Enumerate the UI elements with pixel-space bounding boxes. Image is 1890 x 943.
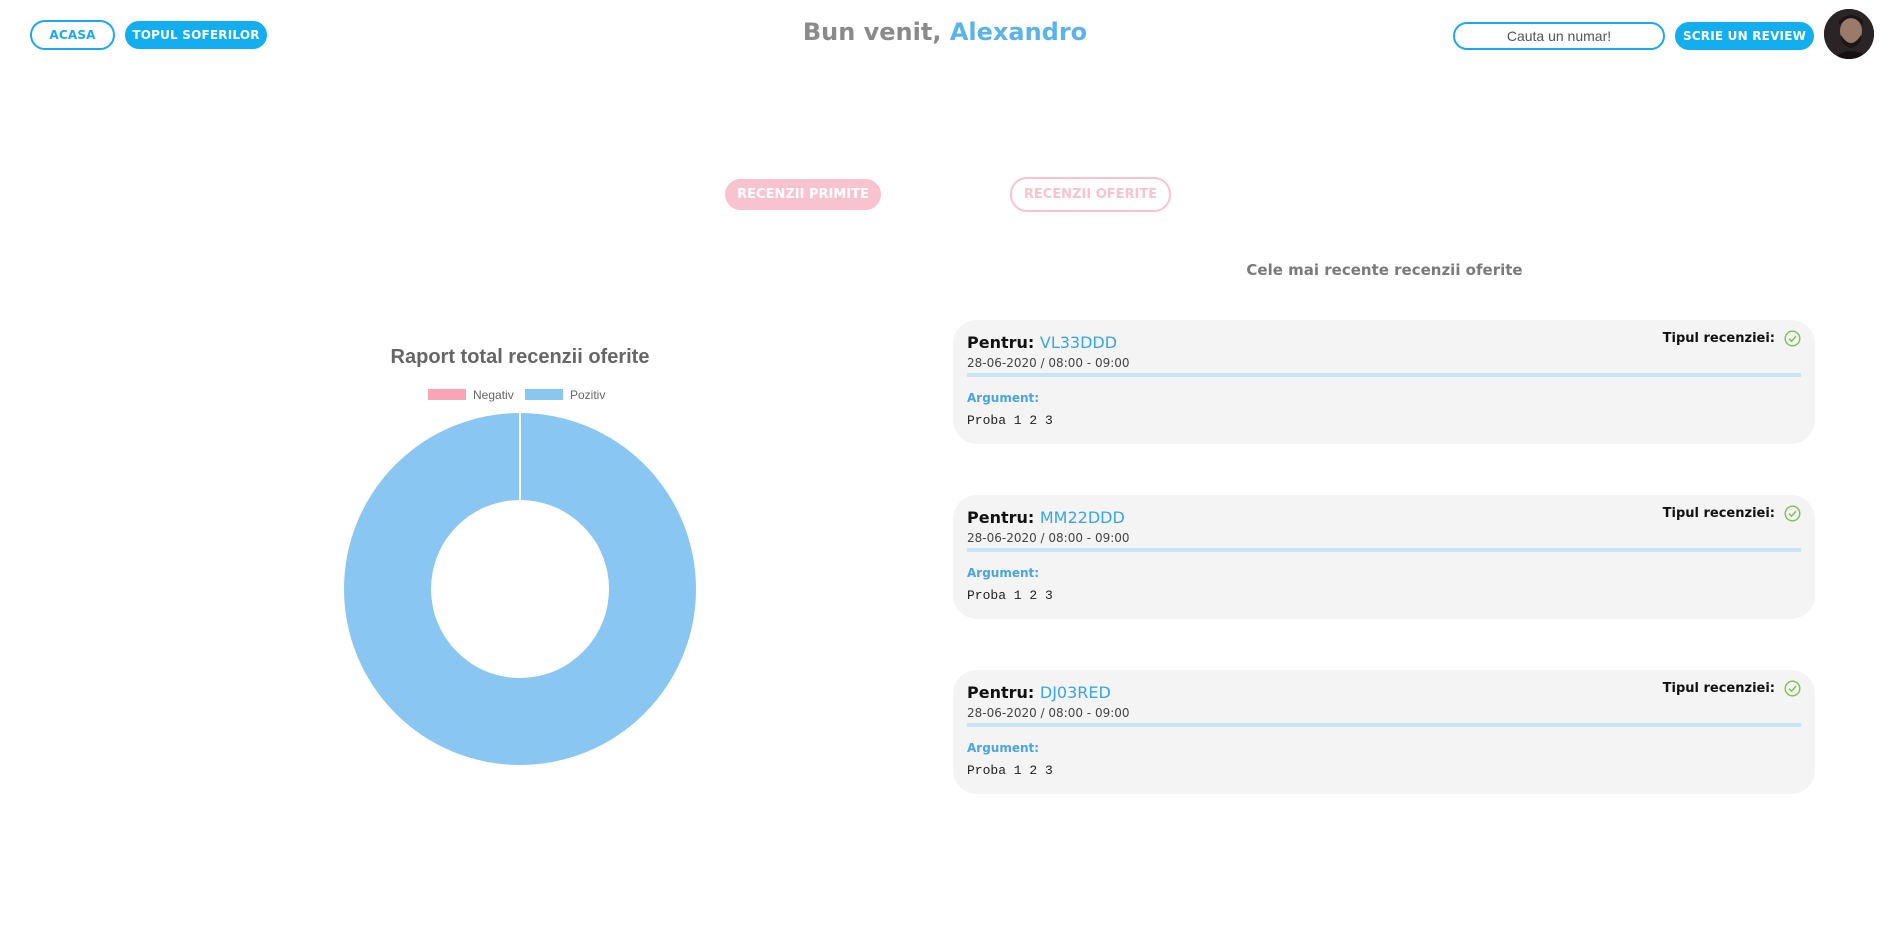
review-argument-text: Proba 1 2 3	[967, 763, 1053, 778]
chart-title: Raport total recenzii oferite	[391, 346, 650, 368]
chart-slices	[344, 413, 696, 765]
review-plate[interactable]: MM22DDD	[1040, 508, 1125, 527]
review-type-label: Tipul recenziei:	[1662, 681, 1775, 696]
chart-legend: Negativ Pozitiv	[428, 388, 605, 402]
review-argument-label: Argument:	[967, 741, 1040, 755]
write-review-button[interactable]: SCRIE UN REVIEW	[1675, 22, 1814, 50]
review-divider	[967, 723, 1801, 727]
review-plate[interactable]: DJ03RED	[1040, 683, 1111, 702]
review-for-label: Pentru:	[967, 508, 1035, 527]
welcome-prefix: Bun venit,	[802, 18, 942, 46]
review-divider	[967, 373, 1801, 377]
review-date: 28-06-2020 / 08:00 - 09:00	[967, 531, 1130, 545]
legend-swatch-pozitiv[interactable]	[525, 389, 563, 400]
review-date: 28-06-2020 / 08:00 - 09:00	[967, 356, 1130, 370]
review-type-label: Tipul recenziei:	[1662, 506, 1775, 521]
check-circle-icon	[1784, 505, 1801, 522]
review-divider	[967, 548, 1801, 552]
avatar[interactable]	[1824, 9, 1874, 59]
review-card: Pentru: VL33DDD 28-06-2020 / 08:00 - 09:…	[953, 320, 1815, 444]
tab-offered-reviews[interactable]: RECENZII OFERITE	[1010, 177, 1171, 212]
legend-label-negativ[interactable]: Negativ	[473, 388, 514, 402]
check-circle-icon	[1784, 680, 1801, 697]
review-argument-text: Proba 1 2 3	[967, 588, 1053, 603]
review-plate[interactable]: VL33DDD	[1040, 333, 1117, 352]
legend-swatch-negativ[interactable]	[428, 389, 466, 400]
review-for-label: Pentru:	[967, 333, 1035, 352]
user-name: Alexandro	[949, 18, 1088, 46]
reviews-doughnut-chart: Raport total recenzii oferite Negativ Poz…	[344, 346, 696, 765]
legend-label-pozitiv[interactable]: Pozitiv	[570, 388, 605, 402]
review-argument-label: Argument:	[967, 566, 1040, 580]
check-circle-icon	[1784, 330, 1801, 347]
recent-reviews-heading: Cele mai recente recenzii oferite	[1246, 261, 1523, 279]
review-for: Pentru: MM22DDD	[967, 508, 1125, 527]
review-for: Pentru: VL33DDD	[967, 333, 1117, 352]
review-argument-label: Argument:	[967, 391, 1040, 405]
review-for-label: Pentru:	[967, 683, 1035, 702]
tab-received-reviews[interactable]: RECENZII PRIMITE	[725, 179, 881, 210]
review-argument-text: Proba 1 2 3	[967, 413, 1053, 428]
review-for: Pentru: DJ03RED	[967, 683, 1111, 702]
review-date: 28-06-2020 / 08:00 - 09:00	[967, 706, 1130, 720]
review-card: Pentru: DJ03RED 28-06-2020 / 08:00 - 09:…	[953, 670, 1815, 794]
review-type-label: Tipul recenziei:	[1662, 331, 1775, 346]
review-card: Pentru: MM22DDD 28-06-2020 / 08:00 - 09:…	[953, 495, 1815, 619]
plate-search-input[interactable]	[1453, 22, 1665, 50]
